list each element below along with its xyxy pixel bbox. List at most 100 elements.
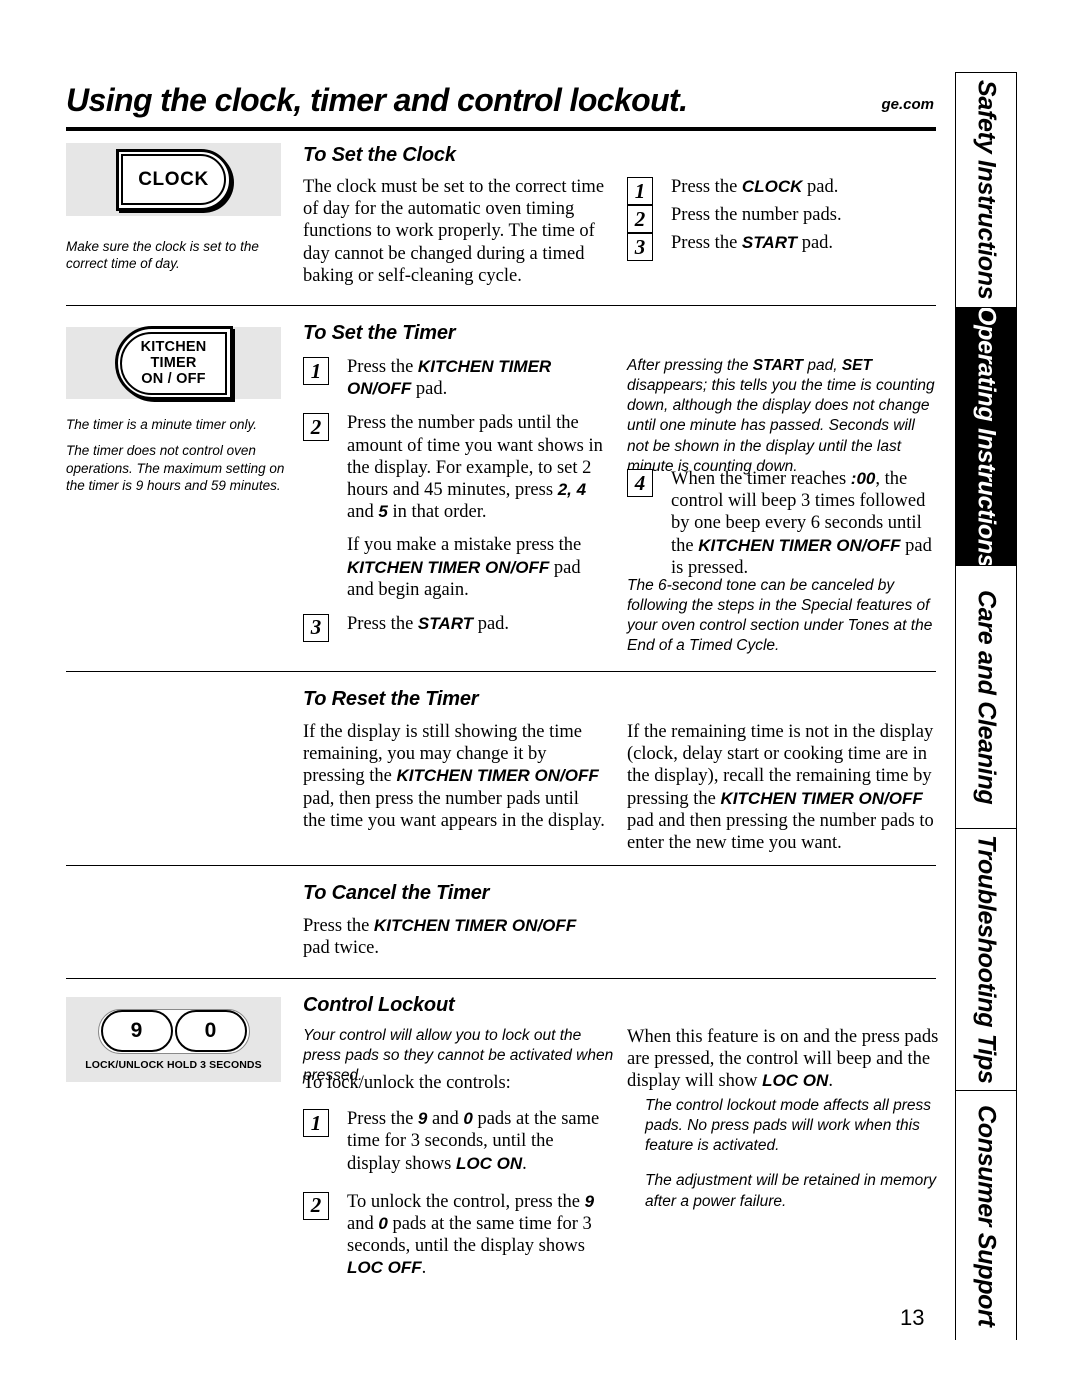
step-2: 2 Press the number pads until the amount…: [303, 412, 605, 601]
tab-label: Safety Instructions: [972, 80, 1001, 300]
heading-to-set-the-clock: To Set the Clock: [303, 144, 456, 166]
lock-pad-caption: LOCK/UNLOCK HOLD 3 SECONDS: [85, 1058, 262, 1071]
timer-steps-column: 1 Press the KITCHEN TIMER ON/OFF pad. 2 …: [303, 356, 605, 642]
tab-operating-instructions[interactable]: Operating Instructions: [956, 308, 1016, 566]
lockout-right-notes: The control lockout mode affects all pre…: [645, 1096, 939, 1212]
section-divider-2: [66, 671, 936, 672]
number-pad-9: 9: [100, 1010, 173, 1052]
lockout-lead-text: To lock/unlock the controls:: [303, 1073, 511, 1093]
page-header: Using the clock, timer and control locko…: [66, 82, 936, 140]
step-number: 3: [627, 233, 653, 262]
pad-name-9: 9: [584, 1191, 595, 1211]
note-post: disappears; this tells you the time is c…: [627, 377, 935, 475]
step-number: 1: [303, 1109, 329, 1138]
tab-consumer-support[interactable]: Consumer Support: [956, 1091, 1016, 1341]
step-number: 2: [303, 1191, 329, 1220]
heading-to-set-the-timer: To Set the Timer: [303, 322, 456, 344]
step-text-post: pad.: [797, 233, 834, 254]
section-divider-4: [66, 978, 936, 979]
step-text-mid: and: [347, 502, 379, 523]
step-text: Press the number pads until the amount o…: [347, 412, 605, 601]
clock-steps-column: 1 Press the CLOCK pad. 2 Press the numbe…: [627, 176, 939, 262]
step-text-end: .: [522, 1153, 527, 1174]
tab-safety-instructions[interactable]: Safety Instructions: [956, 73, 1016, 308]
note-text-2: The adjustment will be retained in memor…: [645, 1172, 937, 1210]
pad-name-0: 0: [378, 1213, 388, 1233]
lockout-steps-column: To lock/unlock the controls: 1 Press the…: [303, 1072, 605, 1280]
step-text-pre: Press the: [347, 357, 418, 377]
clock-body-column: The clock must be set to the correct tim…: [303, 176, 605, 287]
pad-name-9: 9: [417, 1109, 428, 1129]
display-value-loc-off: LOC OFF: [347, 1258, 422, 1278]
pad-name-0: 0: [463, 1109, 473, 1129]
timer-pad-label-line1: KITCHEN: [140, 338, 207, 355]
tab-troubleshooting-tips[interactable]: Troubleshooting Tips: [956, 829, 1016, 1091]
timer-step4-column: 4 When the timer reaches :00, the contro…: [627, 468, 939, 579]
heading-to-cancel-the-timer: To Cancel the Timer: [303, 882, 490, 904]
step-number: 3: [303, 613, 329, 642]
step-text: Press the CLOCK pad.: [671, 176, 939, 198]
kitchen-timer-pad-illustration: KITCHEN TIMER ON / OFF: [66, 326, 281, 400]
step-text-mid: and: [347, 1213, 379, 1234]
pad-name-5: 5: [378, 502, 388, 522]
number-pad-0: 0: [174, 1010, 247, 1052]
step-text-pre: Press the: [671, 177, 742, 197]
section-divider-3: [66, 865, 936, 866]
step-text-pre: Press the: [347, 613, 418, 634]
cancel-body-column: Press the KITCHEN TIMER ON/OFF pad twice…: [303, 915, 605, 959]
step-text-post: pad.: [411, 379, 448, 400]
reset-left-post: pad, then press the number pads until th…: [303, 788, 605, 831]
step-text: Press the number pads.: [671, 204, 939, 226]
step-3: 3 Press the START pad.: [627, 232, 939, 262]
note-pre: After pressing the: [627, 357, 753, 374]
clock-pad-graphic: CLOCK: [115, 148, 232, 211]
step-4: 4 When the timer reaches :00, the contro…: [627, 468, 939, 579]
pad-name-kitchen-timer: KITCHEN TIMER ON/OFF: [698, 535, 901, 555]
reset-right-post: pad and then pressing the number pads to…: [627, 810, 934, 853]
tab-label: Consumer Support: [972, 1105, 1001, 1327]
note-text-1: The control lockout mode affects all pre…: [645, 1097, 932, 1155]
step-text-pre: To unlock the control, press the: [347, 1191, 585, 1212]
clock-pad-label: CLOCK: [138, 168, 209, 190]
lock-pad-graphic: 9 0 LOCK/UNLOCK HOLD 3 SECONDS: [85, 1008, 262, 1071]
tab-care-and-cleaning[interactable]: Care and Cleaning: [956, 566, 1016, 829]
heading-to-reset-the-timer: To Reset the Timer: [303, 688, 479, 710]
pad-name-start: START: [752, 357, 804, 374]
clock-pad-illustration: CLOCK: [66, 143, 281, 216]
cancel-post: pad twice.: [303, 938, 380, 959]
heading-control-lockout: Control Lockout: [303, 994, 455, 1016]
reset-left-column: If the display is still showing the time…: [303, 721, 605, 832]
lock-pads-illustration: 9 0 LOCK/UNLOCK HOLD 3 SECONDS: [66, 997, 281, 1082]
pad-name-kitchen-timer: KITCHEN TIMER ON/OFF: [720, 788, 923, 808]
timer-pad-label-line3: ON / OFF: [141, 371, 206, 388]
manual-page: Using the clock, timer and control locko…: [0, 0, 1080, 1397]
step-text-post: in that order.: [387, 502, 487, 523]
note-text-2: The timer does not control oven operatio…: [66, 443, 285, 493]
step-number: 2: [303, 413, 329, 442]
section-tab-rail: Safety Instructions Operating Instructio…: [955, 72, 1017, 1341]
step-number: 4: [627, 469, 653, 497]
timer-tone-note: The 6-second tone can be canceled by fol…: [627, 576, 939, 657]
lock-pad-row: 9 0: [97, 1008, 250, 1054]
step-text-pre-2: If you make a mistake press the: [347, 535, 582, 556]
step-3: 3 Press the START pad.: [303, 613, 605, 642]
step-text-pre: When the timer reaches: [671, 469, 851, 489]
clock-body-text: The clock must be set to the correct tim…: [303, 177, 605, 286]
step-text: Press the 9 and 0 pads at the same time …: [347, 1108, 605, 1175]
step-2: 2 Press the number pads.: [627, 204, 939, 234]
step-text: Press the START pad.: [671, 232, 939, 254]
step-2: 2 To unlock the control, press the 9 and…: [303, 1191, 605, 1280]
pad-name-start: START: [417, 613, 474, 633]
cancel-pre: Press the: [303, 916, 374, 936]
step-text-pre: Press the: [671, 233, 742, 254]
timer-start-note: After pressing the START pad, SET disapp…: [627, 356, 939, 477]
step-1: 1 Press the 9 and 0 pads at the same tim…: [303, 1108, 605, 1175]
step-number: 1: [627, 177, 653, 205]
display-value-loc-on: LOC ON: [762, 1071, 829, 1091]
timer-pad-label-line2: TIMER: [150, 354, 197, 371]
step-text-pre: Press the: [347, 1109, 418, 1130]
header-divider: [66, 127, 936, 131]
step-text-mid: and: [427, 1109, 464, 1130]
page-title: Using the clock, timer and control locko…: [66, 82, 688, 118]
pad-name-start: START: [741, 233, 798, 253]
